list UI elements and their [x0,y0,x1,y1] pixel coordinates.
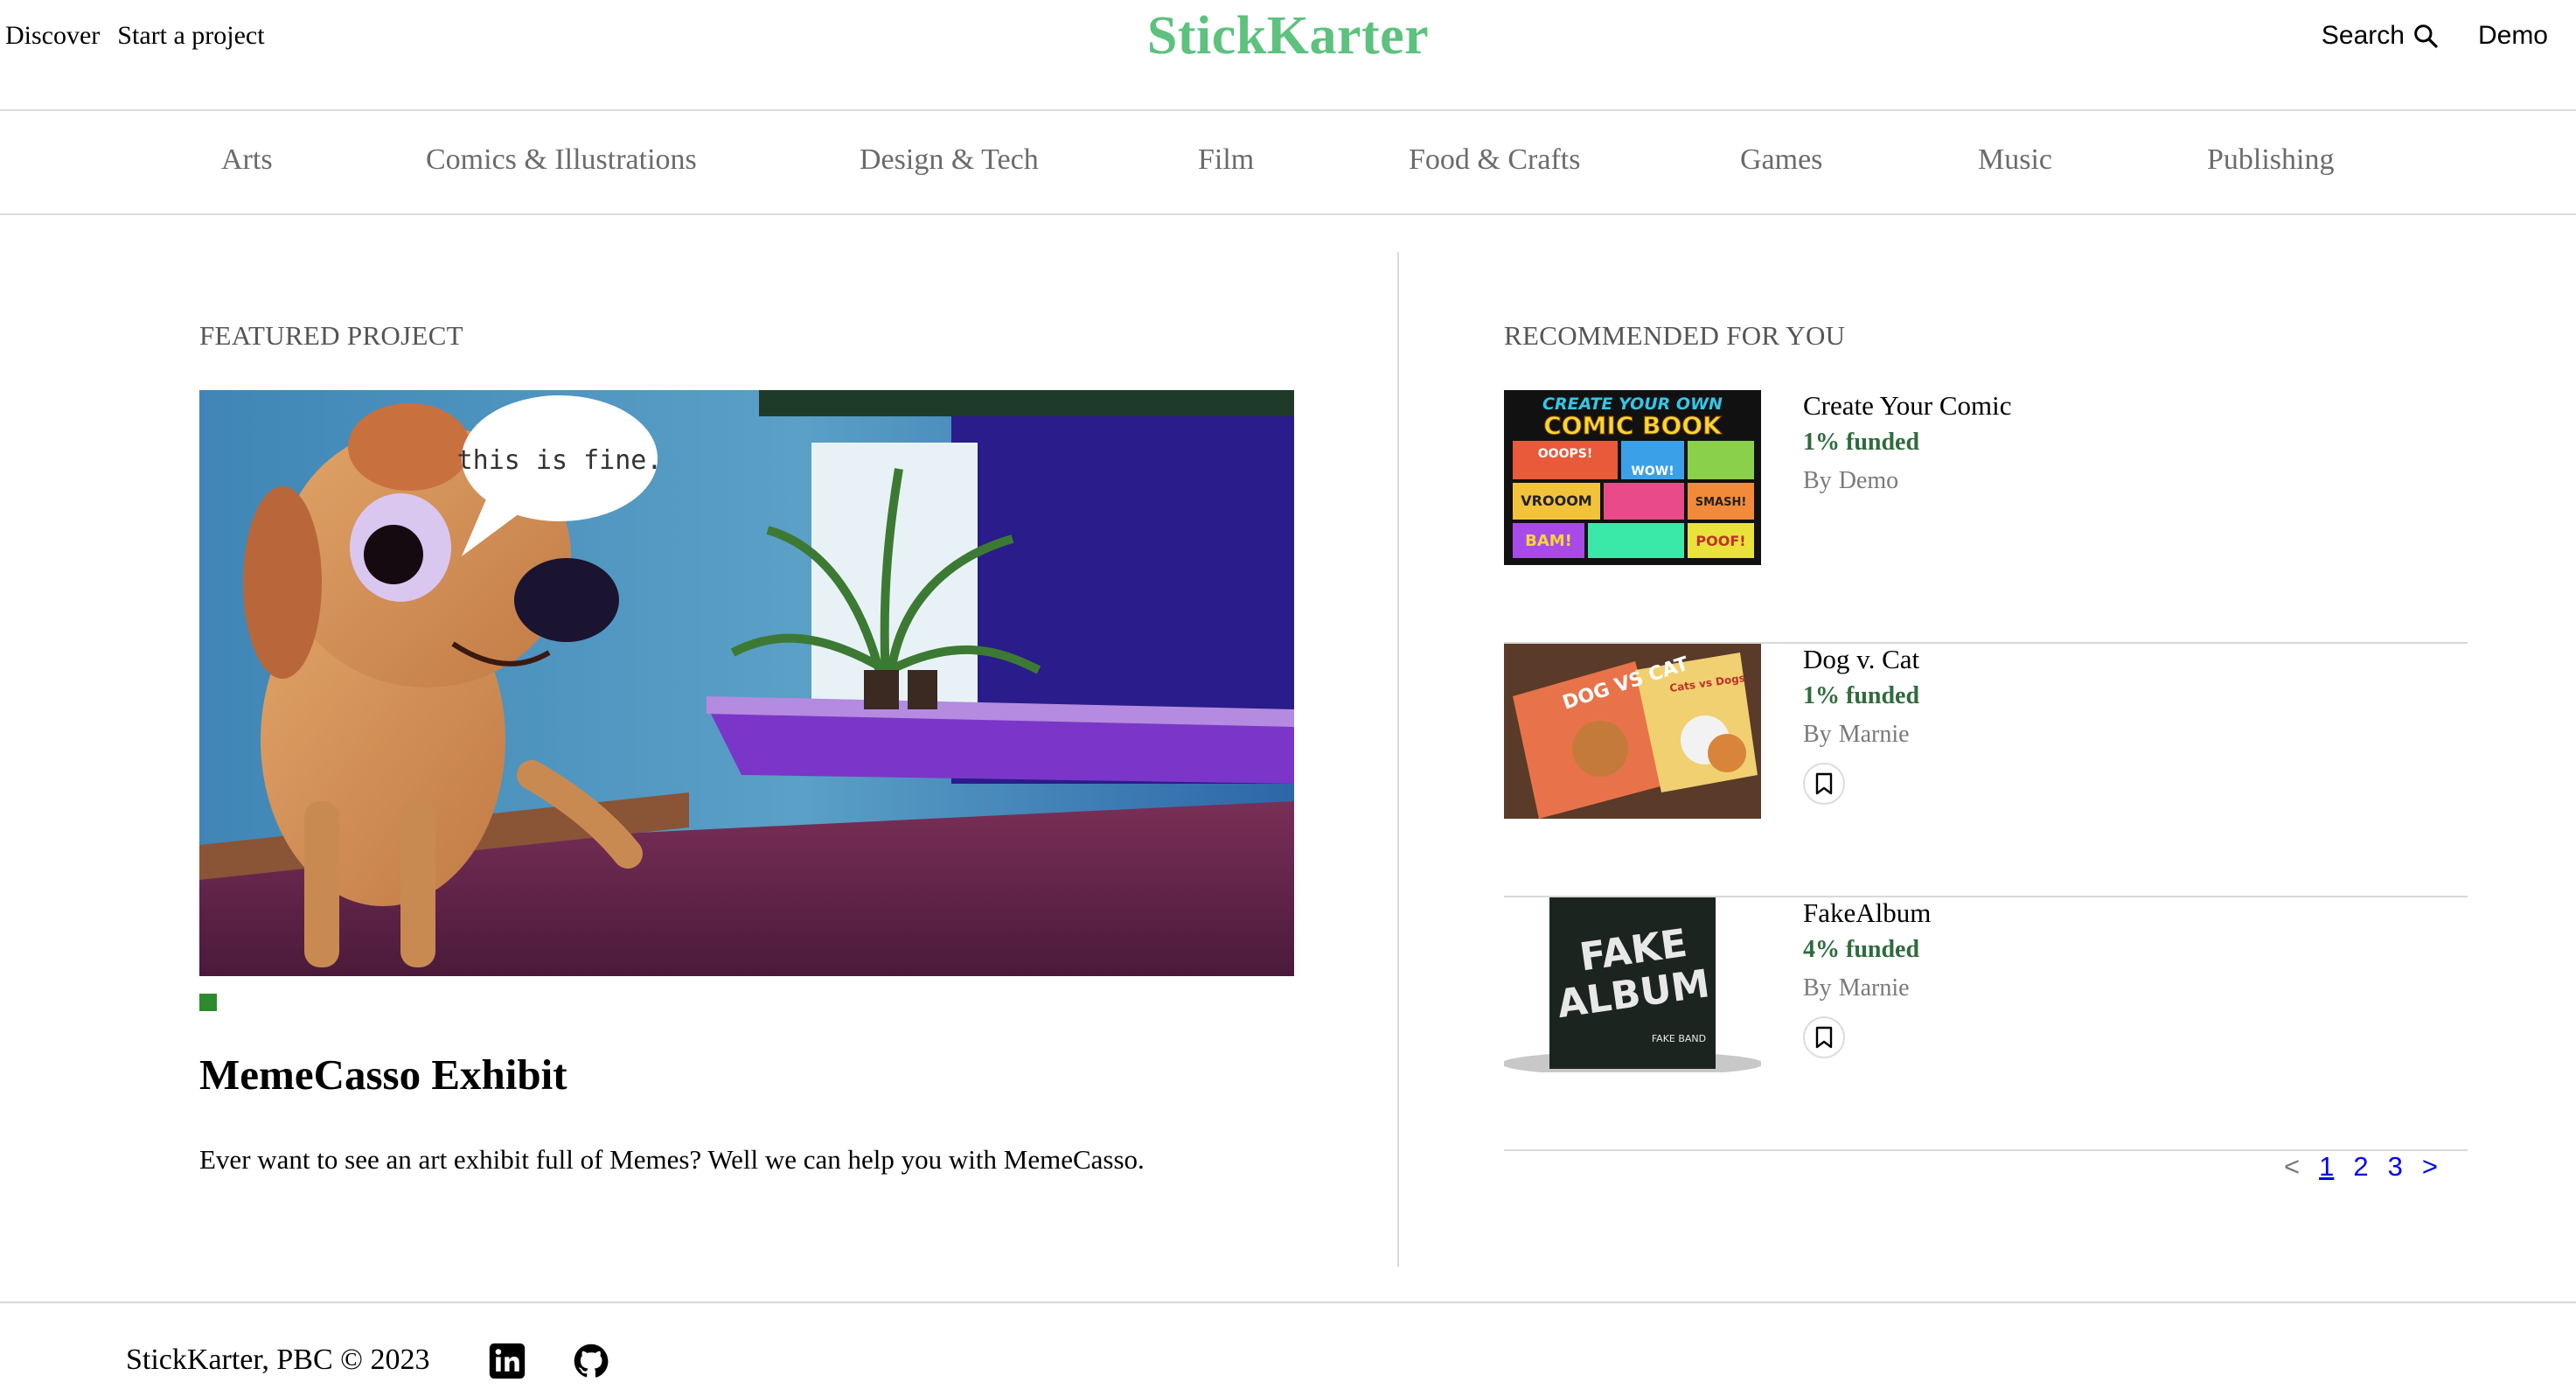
project-thumbnail[interactable]: CREATE YOUR OWN COMIC BOOK OOOPS! WOW! V… [1504,390,1761,565]
category-design-tech[interactable]: Design & Tech [860,143,1039,177]
category-comics[interactable]: Comics & Illustrations [426,143,697,177]
category-nav: Arts Comics & Illustrations Design & Tec… [0,113,2576,215]
creator-name: Demo [1838,467,1899,494]
project-title[interactable]: FakeAlbum [1803,897,1931,929]
project-creator: By Marnie [1803,974,1910,1002]
funding-progress-indicator [199,994,217,1011]
svg-text:SMASH!: SMASH! [1695,496,1747,509]
svg-text:COMIC BOOK: COMIC BOOK [1543,411,1723,440]
bookmark-icon [1815,1026,1833,1049]
category-publishing[interactable]: Publishing [2207,143,2334,177]
creator-name: Marnie [1838,974,1910,1002]
project-creator: By Demo [1803,467,1899,494]
project-thumbnail[interactable]: FAKE ALBUM FAKE BAND [1504,897,1761,1072]
header-actions: Search Demo [2322,21,2548,51]
recommended-heading: RECOMMENDED FOR YOU [1504,320,1846,351]
category-arts[interactable]: Arts [221,143,273,177]
prev-page-button[interactable]: < [2284,1151,2300,1183]
start-project-link[interactable]: Start a project [117,21,264,51]
category-food-crafts[interactable]: Food & Crafts [1409,143,1580,177]
bookmark-button[interactable] [1803,763,1845,805]
site-logo[interactable]: StickKarter [1147,6,1429,66]
primary-nav: Discover Start a project [5,21,265,51]
speech-bubble-text: this is fine. [457,445,663,476]
bookmark-button[interactable] [1803,1016,1845,1058]
featured-image[interactable]: this is fine. [199,390,1294,976]
svg-text:WOW!: WOW! [1631,464,1674,478]
svg-text:FAKE BAND: FAKE BAND [1652,1033,1706,1044]
project-thumbnail[interactable]: DOG VS CAT Cats vs Dogs [1504,644,1761,819]
discover-link[interactable]: Discover [5,21,100,51]
page-link-2[interactable]: 2 [2353,1151,2368,1183]
category-games[interactable]: Games [1740,143,1822,177]
svg-text:BAM!: BAM! [1525,532,1572,550]
top-header: Discover Start a project StickKarter Sea… [0,0,2576,111]
category-film[interactable]: Film [1198,143,1254,177]
featured-heading: FEATURED PROJECT [199,320,463,351]
creator-name: Marnie [1838,721,1910,748]
search-icon [2414,24,2438,48]
featured-title[interactable]: MemeCasso Exhibit [199,1050,567,1099]
recommended-item: DOG VS CAT Cats vs Dogs Dog v. Cat 1% fu… [1504,644,2468,897]
search-button[interactable]: Search [2322,21,2440,51]
linkedin-icon[interactable] [488,1342,526,1380]
svg-text:POOF!: POOF! [1695,533,1745,549]
page-link-1[interactable]: 1 [2319,1151,2334,1183]
copyright-text: StickKarter, PBC © 2023 [126,1344,430,1376]
project-title[interactable]: Dog v. Cat [1803,644,1919,675]
recommended-item: FAKE ALBUM FAKE BAND FakeAlbum 4% funded… [1504,897,2468,1151]
column-divider [1397,252,1399,1267]
svg-text:VROOOM: VROOOM [1521,492,1591,509]
user-menu[interactable]: Demo [2478,21,2548,51]
project-creator: By Marnie [1803,721,1910,748]
featured-description: Ever want to see an art exhibit full of … [199,1144,1145,1175]
next-page-button[interactable]: > [2422,1151,2438,1183]
funded-percent: 1% funded [1803,682,1920,709]
pagination: < 1 2 3 > [2284,1151,2438,1183]
logo-wrapper: StickKarter [0,5,2576,67]
search-label: Search [2321,21,2405,50]
github-icon[interactable] [572,1342,610,1380]
funded-percent: 1% funded [1803,429,1920,456]
recommended-item: CREATE YOUR OWN COMIC BOOK OOOPS! WOW! V… [1504,390,2468,644]
project-title[interactable]: Create Your Comic [1803,390,2012,422]
site-footer: StickKarter, PBC © 2023 [0,1302,2576,1389]
funded-percent: 4% funded [1803,936,1920,963]
page-link-3[interactable]: 3 [2388,1151,2403,1183]
category-music[interactable]: Music [1978,143,2052,177]
bookmark-icon [1815,772,1833,795]
svg-text:OOOPS!: OOOPS! [1538,447,1592,461]
